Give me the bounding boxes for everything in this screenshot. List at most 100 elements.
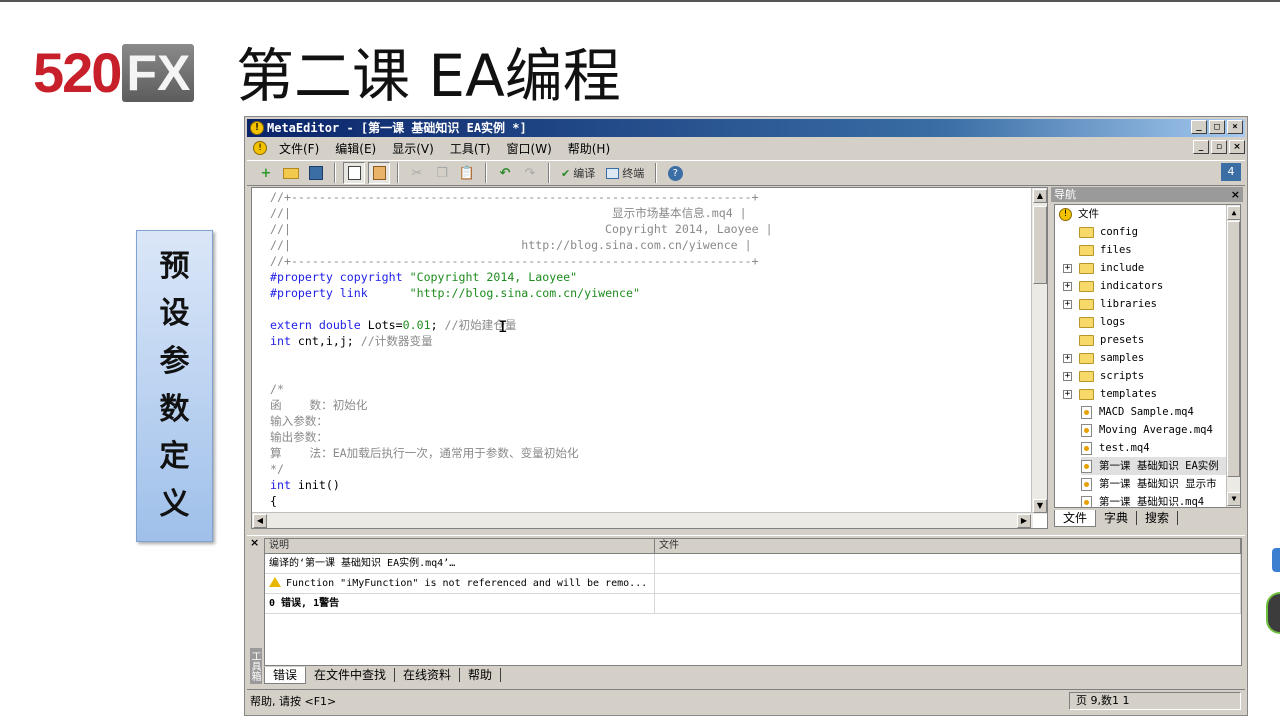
- toolbox-side-label: 工具箱: [249, 648, 262, 684]
- folder-icon: [1079, 388, 1094, 400]
- slide-title: 第二课 EA编程: [236, 42, 621, 110]
- tree-file[interactable]: 第一课 基础知识.mq4: [1081, 493, 1204, 507]
- toolbox-panel: × 工具箱 说明 文件 编译的‘第一课 基础知识 EA实例.mq4’… Func…: [247, 535, 1245, 685]
- row-description: 0 错误, 1警告: [265, 594, 655, 613]
- terminal-button[interactable]: 终端: [602, 165, 648, 181]
- toolbox-toggle-icon[interactable]: [368, 162, 390, 184]
- column-file[interactable]: 文件: [655, 539, 1241, 553]
- tree-file[interactable]: test.mq4: [1081, 439, 1150, 457]
- copy-icon[interactable]: ❐: [431, 162, 453, 184]
- file-label: 第一课 基础知识 显示市: [1099, 478, 1217, 490]
- tree-root[interactable]: ! 文件: [1059, 205, 1099, 223]
- expand-plus-icon[interactable]: +: [1063, 264, 1072, 273]
- tree-folder-scripts[interactable]: scripts: [1079, 367, 1144, 385]
- close-button[interactable]: ×: [1227, 120, 1243, 134]
- mq4-file-icon: [1081, 495, 1092, 507]
- menu-window[interactable]: 窗口(W): [499, 140, 560, 157]
- document-icon[interactable]: !: [253, 141, 267, 155]
- tree-folder-samples[interactable]: samples: [1079, 349, 1144, 367]
- open-folder-icon[interactable]: [280, 162, 302, 184]
- table-row[interactable]: Function "iMyFunction" is not referenced…: [265, 574, 1241, 594]
- tab-help[interactable]: 帮助: [460, 668, 502, 682]
- window-title: MetaEditor - [第一课 基础知识 EA实例 *]: [267, 121, 527, 135]
- tree-folder-logs[interactable]: logs: [1079, 313, 1125, 331]
- menu-edit[interactable]: 编辑(E): [327, 140, 384, 157]
- tab-online-library[interactable]: 在线资料: [395, 668, 461, 682]
- toolbar-badge[interactable]: 4: [1221, 163, 1241, 181]
- compile-button[interactable]: ✔ 编译: [557, 165, 599, 181]
- minimize-button[interactable]: _: [1191, 120, 1207, 134]
- undo-icon[interactable]: ↶: [494, 162, 516, 184]
- mdi-minimize-button[interactable]: _: [1193, 140, 1209, 154]
- table-row[interactable]: 0 错误, 1警告: [265, 594, 1241, 614]
- file-tree: ! 文件 config files + include + indicators …: [1054, 204, 1241, 508]
- code-padding: [368, 286, 410, 300]
- menu-help[interactable]: 帮助(H): [560, 140, 618, 157]
- tree-file-selected[interactable]: 第一课 基础知识 EA实例: [1081, 457, 1231, 475]
- paste-icon[interactable]: 📋: [456, 162, 478, 184]
- column-description[interactable]: 说明: [265, 539, 655, 553]
- tree-file[interactable]: 第一课 基础知识 显示市: [1081, 475, 1217, 493]
- expand-plus-icon[interactable]: +: [1063, 354, 1072, 363]
- tree-folder-indicators[interactable]: indicators: [1079, 277, 1163, 295]
- scroll-left-arrow-icon[interactable]: ◀: [253, 514, 267, 528]
- tree-folder-presets[interactable]: presets: [1079, 331, 1144, 349]
- window-titlebar[interactable]: ! MetaEditor - [第一课 基础知识 EA实例 *] _ □ ×: [247, 119, 1245, 137]
- menu-view[interactable]: 显示(V): [384, 140, 442, 157]
- save-icon[interactable]: [305, 162, 327, 184]
- compile-check-icon: ✔: [561, 166, 571, 180]
- mdi-close-button[interactable]: ×: [1229, 140, 1245, 154]
- code-token: {: [270, 494, 277, 508]
- tab-errors[interactable]: 错误: [264, 666, 307, 684]
- navigator-close-icon[interactable]: ×: [1231, 187, 1240, 202]
- scroll-down-arrow-icon[interactable]: ▼: [1227, 492, 1240, 506]
- tree-folder-include[interactable]: include: [1079, 259, 1144, 277]
- status-position: 页 9,数1 1: [1069, 691, 1241, 710]
- tree-folder-files[interactable]: files: [1079, 241, 1132, 259]
- scroll-up-arrow-icon[interactable]: ▲: [1033, 189, 1047, 203]
- code-token: cnt,i,j;: [290, 334, 354, 348]
- property-value: "Copyright 2014, Laoyee": [409, 270, 578, 284]
- tree-file[interactable]: MACD Sample.mq4: [1081, 403, 1194, 421]
- redo-icon[interactable]: ↷: [519, 162, 541, 184]
- expand-plus-icon[interactable]: +: [1063, 372, 1072, 381]
- tree-file[interactable]: Moving Average.mq4: [1081, 421, 1213, 439]
- expand-plus-icon[interactable]: +: [1063, 390, 1072, 399]
- code-text[interactable]: //+-------------------------------------…: [270, 189, 773, 528]
- folder-icon: [1079, 298, 1094, 310]
- tree-folder-config[interactable]: config: [1079, 223, 1138, 241]
- expand-plus-icon[interactable]: +: [1063, 282, 1072, 291]
- scroll-up-arrow-icon[interactable]: ▲: [1227, 206, 1240, 220]
- help-icon[interactable]: ?: [664, 162, 686, 184]
- expand-plus-icon[interactable]: +: [1063, 300, 1072, 309]
- editor-horizontal-scrollbar[interactable]: ◀ ▶: [252, 512, 1033, 528]
- warning-root-icon: !: [1059, 207, 1072, 221]
- table-row[interactable]: 编译的‘第一课 基础知识 EA实例.mq4’…: [265, 554, 1241, 574]
- folder-icon: [1079, 370, 1094, 382]
- folder-label: samples: [1100, 352, 1145, 364]
- tree-folder-libraries[interactable]: libraries: [1079, 295, 1157, 313]
- maximize-button[interactable]: □: [1209, 120, 1225, 134]
- menu-tools[interactable]: 工具(T): [442, 140, 499, 157]
- scroll-right-arrow-icon[interactable]: ▶: [1017, 514, 1031, 528]
- navigator-header: 导航 ×: [1051, 187, 1243, 202]
- mdi-restore-button[interactable]: ▫: [1211, 140, 1227, 154]
- tree-folder-templates[interactable]: templates: [1079, 385, 1157, 403]
- tab-search[interactable]: 搜索: [1137, 511, 1179, 525]
- tree-root-label: 文件: [1078, 208, 1099, 220]
- cut-icon[interactable]: ✂: [406, 162, 428, 184]
- tab-find-in-files[interactable]: 在文件中查找: [306, 668, 396, 682]
- menu-file[interactable]: 文件(F): [271, 140, 327, 157]
- scroll-down-arrow-icon[interactable]: ▼: [1033, 499, 1047, 513]
- code-editor[interactable]: //+-------------------------------------…: [251, 187, 1048, 529]
- toolbox-close-icon[interactable]: ×: [250, 536, 259, 549]
- scroll-thumb[interactable]: [1227, 221, 1240, 477]
- navigator-toggle-icon[interactable]: [343, 162, 365, 184]
- tab-files[interactable]: 文件: [1054, 509, 1097, 527]
- row-file: [655, 574, 1241, 593]
- scroll-thumb[interactable]: [1033, 206, 1047, 284]
- tree-vertical-scrollbar[interactable]: ▲ ▼: [1226, 205, 1240, 507]
- editor-vertical-scrollbar[interactable]: ▲ ▼: [1031, 188, 1047, 514]
- tab-dictionary[interactable]: 字典: [1096, 511, 1138, 525]
- new-file-icon[interactable]: +: [255, 162, 277, 184]
